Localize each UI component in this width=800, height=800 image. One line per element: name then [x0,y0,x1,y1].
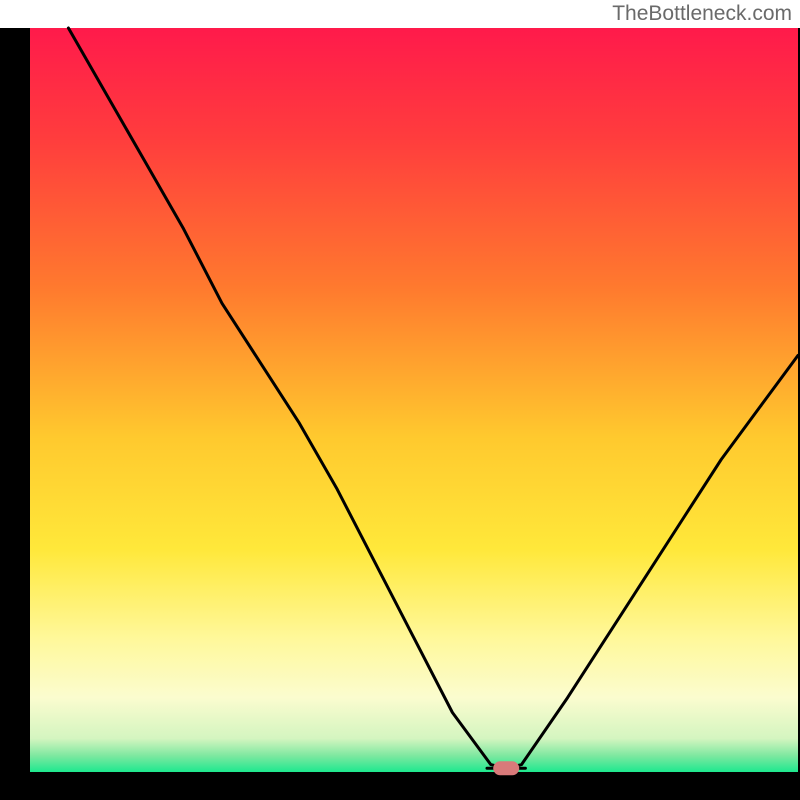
bottleneck-chart: TheBottleneck.com [0,0,800,800]
plot-background [30,28,798,772]
chart-svg [0,0,800,800]
frame-left [0,28,30,800]
frame-bottom [0,772,800,800]
optimal-marker [493,761,519,775]
watermark-text: TheBottleneck.com [612,2,792,26]
